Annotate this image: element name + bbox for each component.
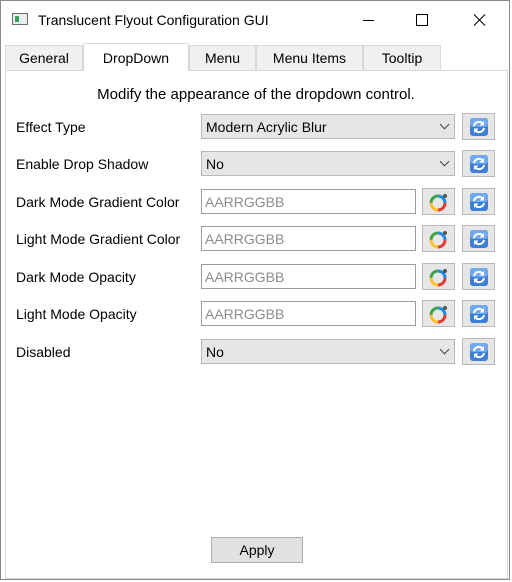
dark-mode-opacity-picker-button[interactable] xyxy=(422,263,455,290)
enable-drop-shadow-label: Enable Drop Shadow xyxy=(16,156,149,172)
tab-general[interactable]: General xyxy=(5,45,83,70)
close-icon xyxy=(473,13,487,27)
color-wheel-icon xyxy=(429,192,449,212)
app-icon xyxy=(12,13,28,25)
effect-type-value: Modern Acrylic Blur xyxy=(206,118,327,135)
chevron-down-icon xyxy=(439,344,450,355)
effect-type-label: Effect Type xyxy=(16,119,86,135)
enable-drop-shadow-select[interactable]: No xyxy=(201,151,455,176)
tab-dropdown[interactable]: DropDown xyxy=(83,43,189,71)
refresh-icon xyxy=(469,342,489,362)
effect-type-reset-button[interactable] xyxy=(462,113,495,140)
refresh-icon xyxy=(469,192,489,212)
maximize-button[interactable] xyxy=(399,1,445,39)
disabled-value: No xyxy=(206,343,224,360)
color-wheel-icon xyxy=(429,304,449,324)
title-bar[interactable]: Translucent Flyout Configuration GUI xyxy=(1,1,509,39)
minimize-button[interactable] xyxy=(345,1,391,39)
chevron-down-icon xyxy=(439,119,450,130)
refresh-icon xyxy=(469,154,489,174)
tab-strip: General DropDown Menu Menu Items Tooltip xyxy=(5,43,510,71)
window-title: Translucent Flyout Configuration GUI xyxy=(38,12,269,28)
refresh-icon xyxy=(469,117,489,137)
tab-tooltip[interactable]: Tooltip xyxy=(363,45,441,70)
dark-mode-gradient-color-label: Dark Mode Gradient Color xyxy=(16,194,180,210)
dark-mode-opacity-reset-button[interactable] xyxy=(462,263,495,290)
close-button[interactable] xyxy=(457,1,503,39)
tab-menu-items[interactable]: Menu Items xyxy=(256,45,363,70)
dark-mode-opacity-label: Dark Mode Opacity xyxy=(16,269,136,285)
light-mode-gradient-color-label: Light Mode Gradient Color xyxy=(16,231,181,247)
light-mode-opacity-label: Light Mode Opacity xyxy=(16,306,137,322)
disabled-label: Disabled xyxy=(16,344,71,360)
refresh-icon xyxy=(469,229,489,249)
minimize-icon xyxy=(362,19,374,21)
tab-menu[interactable]: Menu xyxy=(189,45,256,70)
light-mode-opacity-picker-button[interactable] xyxy=(422,300,455,327)
disabled-reset-button[interactable] xyxy=(462,338,495,365)
color-wheel-icon xyxy=(429,267,449,287)
dark-mode-gradient-color-input[interactable] xyxy=(201,189,416,214)
light-mode-opacity-reset-button[interactable] xyxy=(462,300,495,327)
dark-mode-gradient-color-picker-button[interactable] xyxy=(422,188,455,215)
chevron-down-icon xyxy=(439,156,450,167)
dark-mode-gradient-color-reset-button[interactable] xyxy=(462,188,495,215)
dark-mode-opacity-input[interactable] xyxy=(201,264,416,289)
light-mode-gradient-color-picker-button[interactable] xyxy=(422,225,455,252)
apply-button[interactable]: Apply xyxy=(211,537,303,563)
disabled-select[interactable]: No xyxy=(201,339,455,364)
maximize-icon xyxy=(416,14,428,26)
light-mode-gradient-color-reset-button[interactable] xyxy=(462,225,495,252)
light-mode-opacity-input[interactable] xyxy=(201,301,416,326)
light-mode-gradient-color-input[interactable] xyxy=(201,226,416,251)
enable-drop-shadow-value: No xyxy=(206,155,224,172)
color-wheel-icon xyxy=(429,229,449,249)
panel-heading: Modify the appearance of the dropdown co… xyxy=(97,86,415,103)
effect-type-select[interactable]: Modern Acrylic Blur xyxy=(201,114,455,139)
refresh-icon xyxy=(469,267,489,287)
refresh-icon xyxy=(469,304,489,324)
enable-drop-shadow-reset-button[interactable] xyxy=(462,150,495,177)
